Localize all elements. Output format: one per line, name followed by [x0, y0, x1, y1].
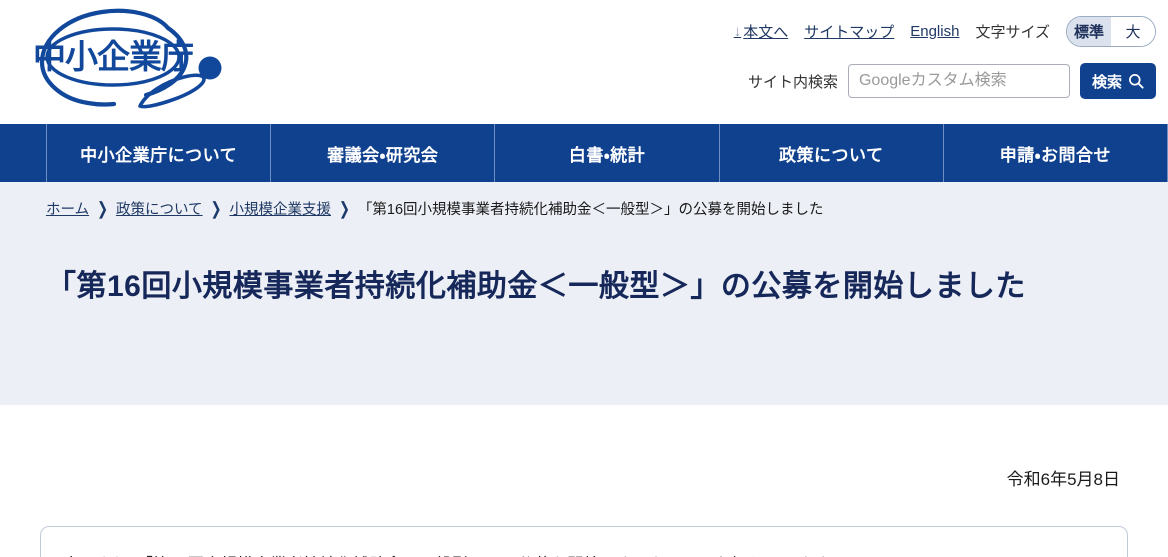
nav-item-councils[interactable]: 審議会・研究会: [270, 124, 494, 182]
site-header: 中小企業庁 ↓ 本文へ サイトマップ English 文字サイズ 標準 大 サイ…: [0, 0, 1168, 124]
page-title-band: ホーム ❯ 政策について ❯ 小規模企業支援 ❯ 「第16回小規模事業者持続化補…: [0, 182, 1168, 405]
nav-item-about[interactable]: 中小企業庁について: [46, 124, 270, 182]
text-size-standard-button[interactable]: 標準: [1067, 16, 1111, 46]
global-navigation: 中小企業庁について 審議会・研究会 白書・統計 政策について 申請・お問合せ: [0, 124, 1168, 182]
search-label: サイト内検索: [747, 73, 838, 91]
breadcrumb-item-home[interactable]: ホーム: [46, 198, 89, 219]
publication-date: 令和6年5月8日: [1006, 470, 1120, 489]
nav-item-applications-contact[interactable]: 申請・お問合せ: [942, 124, 1168, 182]
chevron-right-icon: ❯: [338, 197, 350, 218]
search-icon: [1129, 74, 1144, 89]
breadcrumb: ホーム ❯ 政策について ❯ 小規模企業支援 ❯ 「第16回小規模事業者持続化補…: [0, 198, 1168, 219]
nav-item-policies[interactable]: 政策について: [718, 124, 943, 182]
english-link[interactable]: English: [910, 23, 959, 40]
text-size-toggle[interactable]: 標準 大: [1066, 15, 1156, 47]
text-size-large-button[interactable]: 大: [1111, 16, 1155, 46]
notice-text: 本日より、「第16回小規模事業者持続化補助金＜一般型＞」の公募を開始しましたので…: [63, 552, 845, 557]
sitemap-link[interactable]: サイトマップ: [804, 21, 894, 42]
svg-text:中小企業庁: 中小企業庁: [33, 37, 193, 76]
search-input[interactable]: [847, 64, 1070, 98]
skip-to-content-label: 本文へ: [743, 23, 789, 41]
main-content: 令和6年5月8日 本日より、「第16回小規模事業者持続化補助金＜一般型＞」の公募…: [0, 405, 1168, 557]
search-button[interactable]: 検索: [1079, 63, 1156, 99]
breadcrumb-item-small-business-support[interactable]: 小規模企業支援: [229, 198, 331, 219]
skip-to-content-link[interactable]: ↓ 本文へ: [734, 21, 789, 42]
notice-box: 本日より、「第16回小規模事業者持続化補助金＜一般型＞」の公募を開始しましたので…: [40, 526, 1128, 557]
nav-item-whitepaper-statistics[interactable]: 白書・統計: [494, 124, 718, 182]
arrow-down-icon: ↓: [733, 22, 742, 40]
chevron-right-icon: ❯: [210, 197, 222, 218]
utility-links: ↓ 本文へ サイトマップ English 文字サイズ 標準 大: [734, 15, 1156, 47]
site-logo[interactable]: 中小企業庁: [18, 6, 233, 116]
breadcrumb-item-policies[interactable]: 政策について: [116, 198, 203, 219]
text-size-label: 文字サイズ: [975, 23, 1050, 41]
search-button-label: 検索: [1091, 73, 1122, 91]
page-title: 「第16回小規模事業者持続化補助金＜一般型＞」の公募を開始しました: [46, 270, 1026, 303]
site-search: サイト内検索 検索: [748, 62, 1156, 100]
breadcrumb-item-current: 「第16回小規模事業者持続化補助金＜一般型＞」の公募を開始しました: [357, 202, 824, 218]
chevron-right-icon: ❯: [97, 197, 108, 218]
chusho-agency-logo-icon: 中小企業庁: [33, 8, 222, 109]
